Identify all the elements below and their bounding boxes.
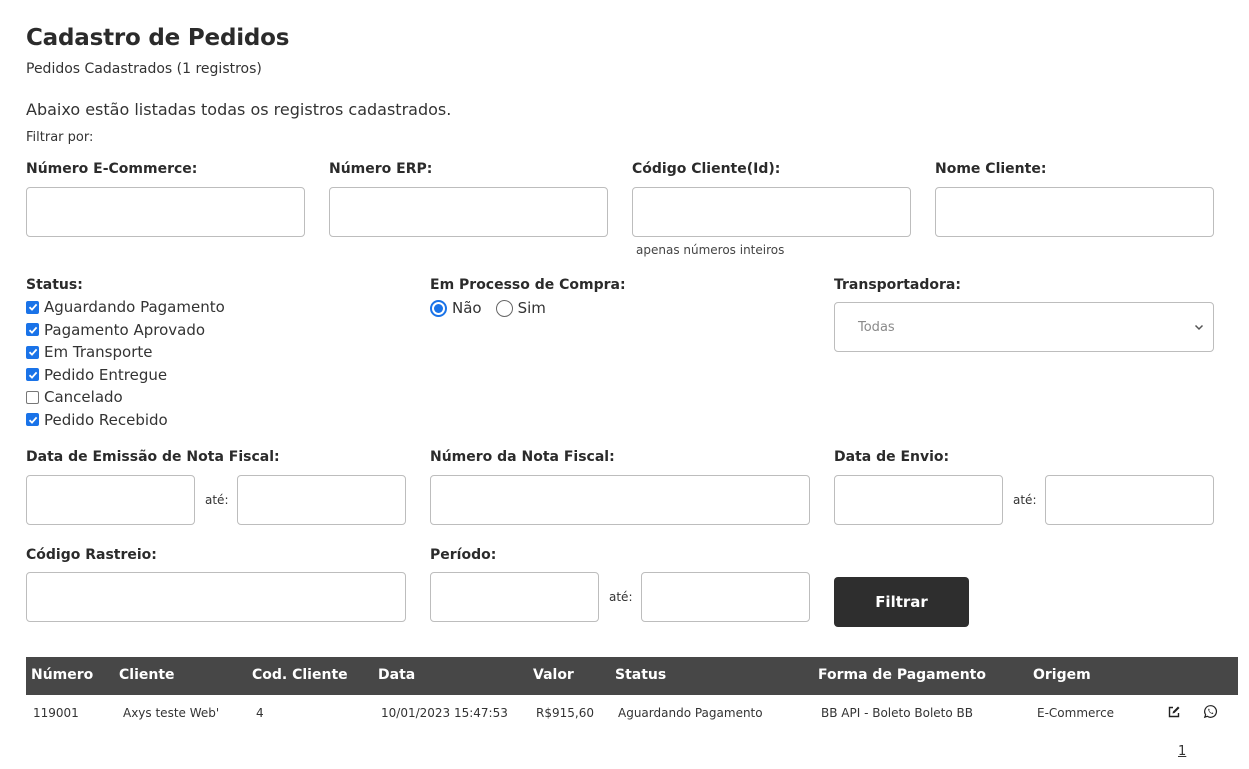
data-emissao-label: Data de Emissão de Nota Fiscal:	[26, 449, 280, 465]
periodo-label: Período:	[430, 547, 497, 563]
cell-numero: 119001	[33, 706, 79, 720]
data-envio-from-input[interactable]	[834, 475, 1003, 525]
status-option-label: Pagamento Aprovado	[44, 320, 206, 339]
em-processo-label: Em Processo de Compra:	[430, 277, 626, 293]
numero-erp-input[interactable]	[329, 187, 608, 237]
page-title: Cadastro de Pedidos	[26, 25, 290, 51]
col-header-status[interactable]: Status	[615, 667, 666, 683]
table-header: Número Cliente Cod. Cliente Data Valor S…	[26, 657, 1238, 695]
checkbox[interactable]	[26, 300, 39, 314]
periodo-to-input[interactable]	[641, 572, 810, 622]
status-option-label: Pedido Recebido	[44, 410, 168, 429]
chevron-down-icon	[1194, 324, 1204, 331]
nome-cliente-input[interactable]	[935, 187, 1214, 237]
checkbox[interactable]	[26, 390, 39, 404]
numero-ecommerce-input[interactable]	[26, 187, 305, 237]
status-option-label: Pedido Entregue	[44, 365, 168, 384]
page-subtitle: Pedidos Cadastrados (1 registros)	[26, 61, 262, 77]
data-emissao-from-input[interactable]	[26, 475, 195, 525]
codigo-cliente-input[interactable]	[632, 187, 911, 237]
radio-sim-label: Sim	[517, 299, 546, 317]
data-envio-to-input[interactable]	[1045, 475, 1214, 525]
cell-forma-pagamento: BB API - Boleto Boleto BB	[821, 706, 973, 720]
codigo-rastreio-label: Código Rastreio:	[26, 547, 157, 563]
table-row: 119001 Axys teste Web' 4 10/01/2023 15:4…	[26, 695, 1238, 731]
em-processo-radio-group: Não Sim	[430, 299, 546, 317]
numero-erp-label: Número ERP:	[329, 161, 433, 177]
radio-nao-label: Não	[452, 299, 482, 317]
status-option-pagamento-aprovado[interactable]: Pagamento Aprovado	[26, 319, 225, 342]
pagination-page-link[interactable]: 1	[1178, 744, 1186, 759]
filter-button[interactable]: Filtrar	[834, 577, 969, 627]
numero-nf-label: Número da Nota Fiscal:	[430, 449, 615, 465]
data-envio-label: Data de Envio:	[834, 449, 950, 465]
edit-icon[interactable]	[1167, 705, 1181, 719]
transportadora-selected-value: Todas	[858, 319, 895, 335]
data-envio-separator: até:	[1013, 493, 1037, 507]
transportadora-label: Transportadora:	[834, 277, 961, 293]
status-option-label: Em Transporte	[44, 343, 153, 362]
status-checkbox-group: Aguardando Pagamento Pagamento Aprovado …	[26, 296, 225, 431]
radio-sim[interactable]	[495, 299, 513, 317]
status-option-label: Aguardando Pagamento	[44, 298, 225, 317]
codigo-cliente-label: Código Cliente(Id):	[632, 161, 781, 177]
col-header-origem[interactable]: Origem	[1033, 667, 1091, 683]
checkbox[interactable]	[26, 413, 39, 427]
col-header-valor[interactable]: Valor	[533, 667, 574, 683]
periodo-separator: até:	[609, 590, 633, 604]
status-option-em-transporte[interactable]: Em Transporte	[26, 341, 225, 364]
numero-ecommerce-label: Número E-Commerce:	[26, 161, 198, 177]
data-emissao-separator: até:	[205, 493, 229, 507]
numero-nf-input[interactable]	[430, 475, 810, 525]
cell-cliente: Axys teste Web'	[123, 706, 220, 720]
status-label: Status:	[26, 277, 83, 293]
data-emissao-to-input[interactable]	[237, 475, 406, 525]
col-header-cliente[interactable]: Cliente	[119, 667, 175, 683]
cell-valor: R$915,60	[536, 706, 594, 720]
checkbox[interactable]	[26, 368, 39, 382]
whatsapp-icon[interactable]	[1203, 704, 1218, 719]
cell-status: Aguardando Pagamento	[618, 706, 763, 720]
codigo-cliente-hint: apenas números inteiros	[636, 243, 785, 257]
cell-origem: E-Commerce	[1037, 706, 1115, 720]
status-option-label: Cancelado	[44, 388, 123, 407]
checkbox[interactable]	[26, 323, 39, 337]
periodo-from-input[interactable]	[430, 572, 599, 622]
codigo-rastreio-input[interactable]	[26, 572, 406, 622]
status-option-pedido-recebido[interactable]: Pedido Recebido	[26, 409, 225, 432]
radio-nao[interactable]	[430, 299, 447, 317]
nome-cliente-label: Nome Cliente:	[935, 161, 1047, 177]
cell-cod-cliente: 4	[256, 706, 264, 720]
col-header-data[interactable]: Data	[378, 667, 415, 683]
status-option-pedido-entregue[interactable]: Pedido Entregue	[26, 364, 225, 387]
checkbox[interactable]	[26, 345, 39, 359]
col-header-forma-pagamento[interactable]: Forma de Pagamento	[818, 667, 986, 683]
cell-data: 10/01/2023 15:47:53	[381, 706, 508, 720]
intro-text: Abaixo estão listadas todas os registros…	[26, 100, 452, 119]
col-header-numero[interactable]: Número	[31, 667, 93, 683]
col-header-cod-cliente[interactable]: Cod. Cliente	[252, 667, 348, 683]
status-option-aguardando-pagamento[interactable]: Aguardando Pagamento	[26, 296, 225, 319]
filter-by-label: Filtrar por:	[26, 130, 94, 145]
status-option-cancelado[interactable]: Cancelado	[26, 386, 225, 409]
transportadora-select[interactable]: Todas	[834, 302, 1214, 352]
